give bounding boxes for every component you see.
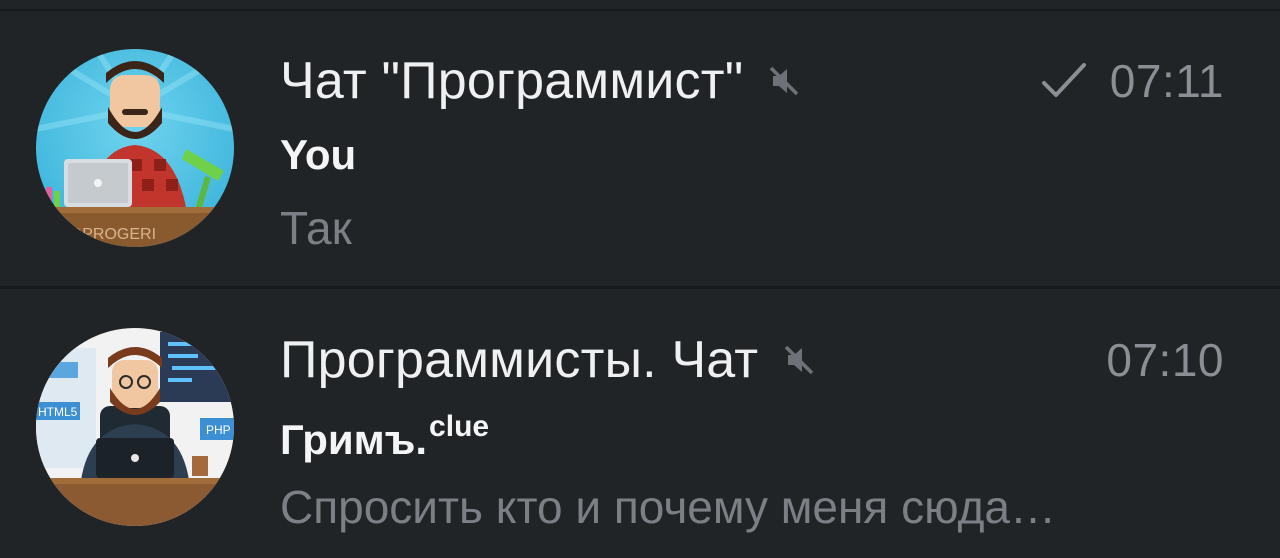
check-icon: [1040, 61, 1088, 101]
avatar-caption: @PROGERI: [66, 226, 156, 243]
chat-title: Программисты. Чат: [280, 331, 759, 389]
chat-time: 07:11: [1109, 55, 1224, 107]
chat-time: 07:10: [1106, 334, 1224, 386]
message-preview: Спросить кто и почему меня сюда…: [280, 481, 1057, 533]
chat-avatar: @PROGERI: [36, 49, 234, 247]
sender-name: You: [280, 131, 357, 178]
avatar-tag: PHP: [206, 423, 231, 437]
chat-list: @PROGERI Чат "Программист" 07:11 You Так…: [0, 0, 1280, 558]
sender-suffix: clue: [429, 410, 490, 443]
chat-list-item-programmers-chat[interactable]: HTML5 PHP Программисты. Чат 07:10 Гримъ.…: [0, 290, 1280, 558]
avatar-tag: HTML5: [38, 405, 78, 419]
message-preview: Так: [280, 202, 352, 254]
speaker-muted-icon: [782, 343, 816, 377]
chat-title: Чат "Программист": [280, 52, 744, 110]
divider: [0, 286, 1280, 289]
chat-list-item-programmer[interactable]: @PROGERI Чат "Программист" 07:11 You Так: [0, 11, 1280, 281]
speaker-muted-icon: [767, 64, 801, 98]
chat-avatar: HTML5 PHP: [36, 328, 234, 526]
sender-name: Гримъ.clue: [280, 410, 490, 463]
